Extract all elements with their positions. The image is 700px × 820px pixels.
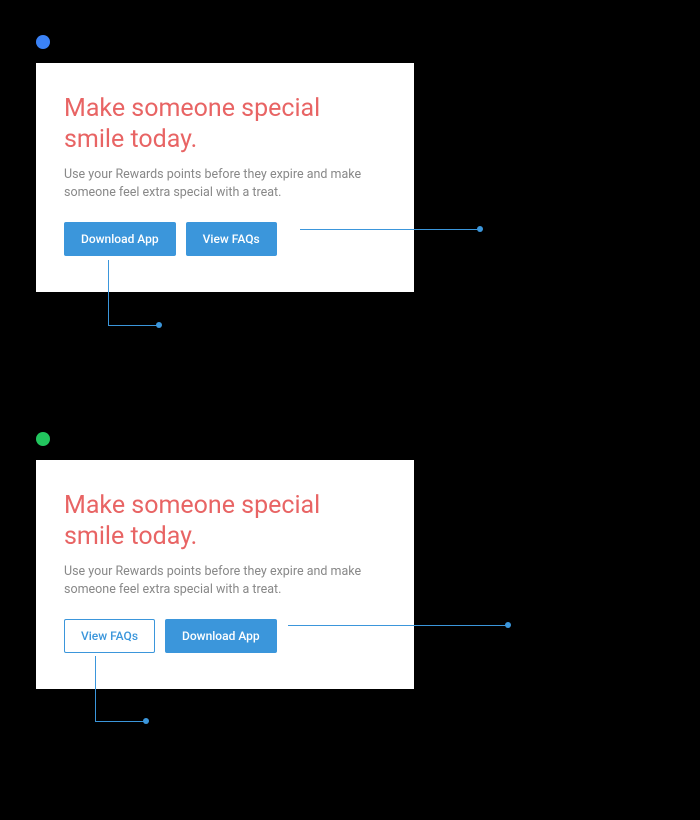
download-app-button[interactable]: Download App	[64, 222, 176, 256]
card-title: Make someone special smile today.	[64, 93, 386, 156]
example-good: Make someone special smile today. Use yo…	[36, 432, 414, 689]
status-dot-bad	[36, 35, 50, 49]
card-subtitle: Use your Rewards points before they expi…	[64, 166, 364, 202]
card-title: Make someone special smile today.	[64, 490, 386, 553]
example-bad: Make someone special smile today. Use yo…	[36, 35, 414, 292]
promo-card-bad: Make someone special smile today. Use yo…	[36, 63, 414, 292]
button-row: View FAQs Download App	[64, 619, 386, 653]
view-faqs-button[interactable]: View FAQs	[64, 619, 155, 653]
view-faqs-button[interactable]: View FAQs	[186, 222, 277, 256]
card-subtitle: Use your Rewards points before they expi…	[64, 563, 364, 599]
status-dot-good	[36, 432, 50, 446]
promo-card-good: Make someone special smile today. Use yo…	[36, 460, 414, 689]
download-app-button[interactable]: Download App	[165, 619, 277, 653]
button-row: Download App View FAQs	[64, 222, 386, 256]
annotation-dot	[505, 622, 511, 628]
annotation-line-right	[300, 229, 480, 230]
annotation-dot	[477, 226, 483, 232]
annotation-line-right	[288, 625, 508, 626]
